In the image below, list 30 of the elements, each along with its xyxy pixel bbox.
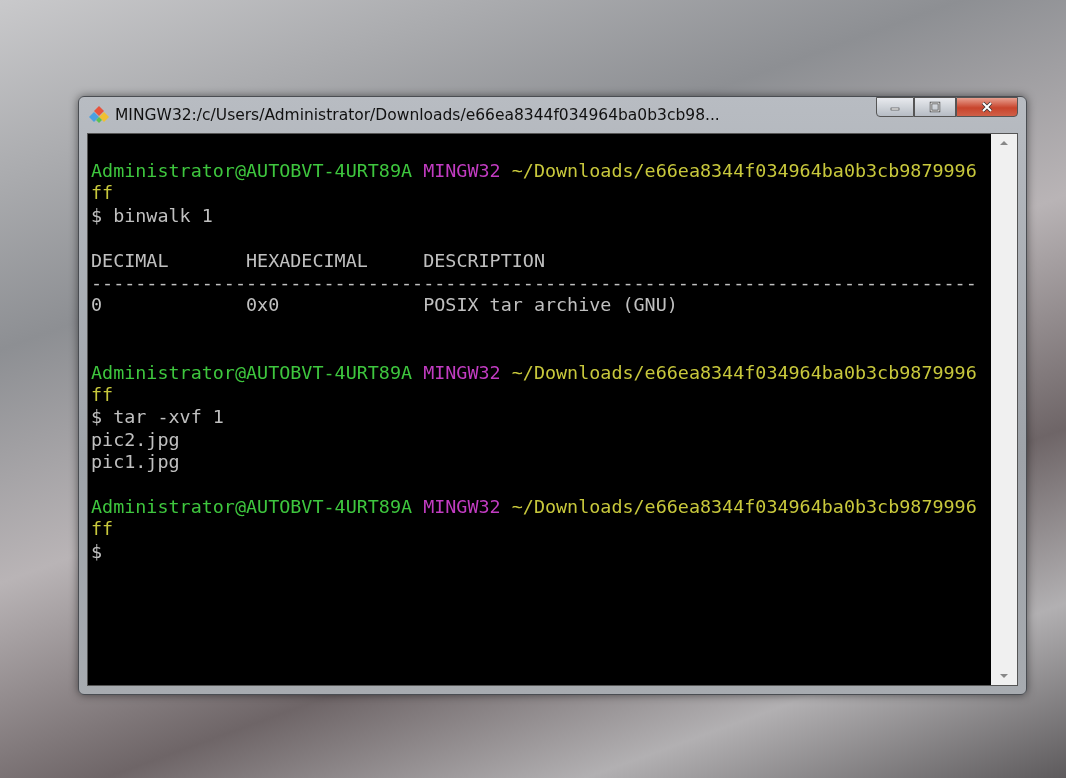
terminal-text: $ bbox=[91, 540, 103, 562]
prompt-path: ff bbox=[91, 383, 114, 405]
minimize-button[interactable] bbox=[876, 97, 914, 117]
terminal-text: 0 0x0 POSIX tar archive (GNU) bbox=[91, 294, 678, 316]
maximize-icon bbox=[929, 101, 941, 113]
app-icon bbox=[89, 105, 109, 125]
prompt-user: Administrator@AUTOBVT-4URT89A bbox=[91, 160, 413, 181]
prompt-environment: MINGW32 bbox=[423, 495, 501, 517]
prompt-user: Administrator@AUTOBVT-4URT89A bbox=[91, 495, 413, 517]
terminal-text: pic1.jpg bbox=[91, 451, 180, 473]
terminal-text: $ binwalk 1 bbox=[91, 204, 213, 226]
scrollbar[interactable] bbox=[991, 134, 1017, 685]
prompt-environment: MINGW32 bbox=[423, 160, 501, 181]
scroll-up-icon[interactable] bbox=[999, 140, 1009, 146]
close-button[interactable] bbox=[956, 97, 1018, 117]
close-icon bbox=[981, 101, 993, 113]
prompt-path: ~/Downloads/e66ea8344f034964ba0b3cb9879996 bbox=[511, 160, 977, 181]
window-title: MINGW32:/c/Users/Administrator/Downloads/e66ea8344f034964ba0b3cb98... bbox=[115, 106, 721, 124]
maximize-button[interactable] bbox=[914, 97, 956, 117]
prompt-path: ~/Downloads/e66ea8344f034964ba0b3cb9879996 bbox=[511, 361, 977, 383]
terminal-text: pic2.jpg bbox=[91, 428, 180, 450]
scroll-down-icon[interactable] bbox=[999, 673, 1009, 679]
prompt-path: ff bbox=[91, 518, 114, 540]
terminal-text: DECIMAL HEXADECIMAL DESCRIPTION bbox=[91, 249, 545, 271]
prompt-path: ~/Downloads/e66ea8344f034964ba0b3cb9879996 bbox=[511, 495, 977, 517]
prompt-path: ff bbox=[91, 182, 114, 204]
terminal-text: $ tar -xvf 1 bbox=[91, 406, 224, 428]
prompt-user: Administrator@AUTOBVT-4URT89A bbox=[91, 361, 413, 383]
prompt-environment: MINGW32 bbox=[423, 361, 501, 383]
terminal-text: -------------------------------------------------------------------------------- bbox=[91, 271, 977, 293]
